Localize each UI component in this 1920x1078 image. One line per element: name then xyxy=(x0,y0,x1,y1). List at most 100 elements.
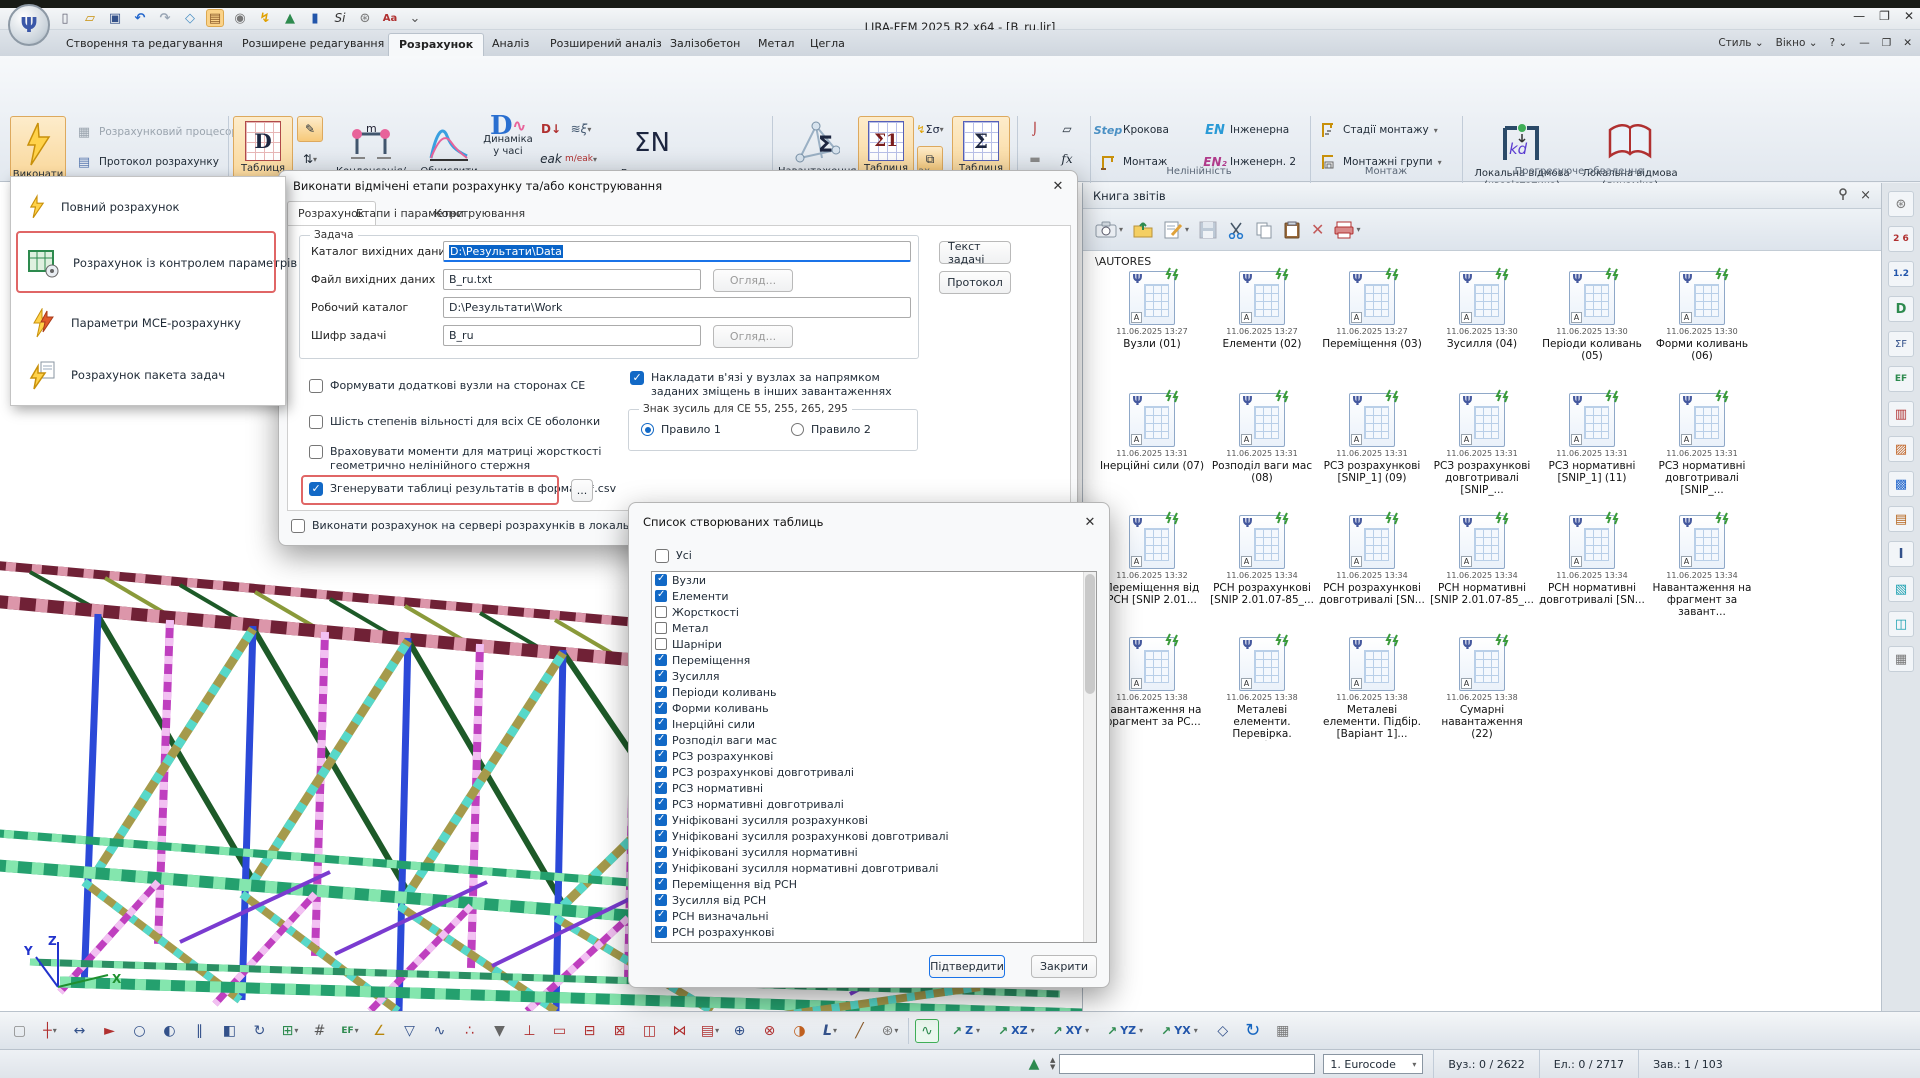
tables-dialog-close-icon[interactable]: ✕ xyxy=(1081,513,1099,531)
settings-gear-icon[interactable]: ⊛▾ xyxy=(878,1019,902,1043)
item-checkbox[interactable] xyxy=(655,654,667,666)
sigma-f-icon[interactable]: ΣF xyxy=(1888,331,1914,357)
report-file-item[interactable]: Ψ A 11.06.2025 13:30 Зусилля (04) xyxy=(1427,269,1537,391)
checkbox[interactable] xyxy=(309,415,323,429)
item-checkbox[interactable] xyxy=(655,798,667,810)
redo-icon[interactable]: ↷ xyxy=(156,9,174,27)
new-document-icon[interactable]: ▯ xyxy=(56,9,74,27)
lira-logo-icon[interactable]: Ψ xyxy=(8,4,50,46)
table-list-item[interactable]: Елементи xyxy=(652,588,1096,604)
table-list-item[interactable]: РСН визначальні xyxy=(652,908,1096,924)
report-file-item[interactable]: Ψ A 11.06.2025 13:31 РСЗ розрахункові до… xyxy=(1427,391,1537,513)
tab-create-edit[interactable]: Створення та редагування xyxy=(56,33,233,56)
table-list-item[interactable]: РСЗ розрахункові довготривалі xyxy=(652,764,1096,780)
item-checkbox[interactable] xyxy=(655,574,667,586)
projection-view-button[interactable]: ↗XZ▾ xyxy=(991,1018,1042,1044)
report-file-item[interactable]: Ψ A 11.06.2025 13:31 РСЗ нормативні [SNI… xyxy=(1537,391,1647,513)
protocol-button[interactable]: Протокол xyxy=(939,271,1011,294)
report-file-item[interactable]: Ψ A 11.06.2025 13:38 Сумарні навантаженн… xyxy=(1427,635,1537,757)
steel-beam-icon[interactable]: I xyxy=(1888,541,1914,567)
item-checkbox[interactable] xyxy=(655,814,667,826)
grid-icon[interactable]: # xyxy=(308,1019,332,1043)
item-checkbox[interactable] xyxy=(655,782,667,794)
task-text-button[interactable]: Текст задачі xyxy=(939,241,1011,264)
style-menu[interactable]: Стиль ⌄ xyxy=(1718,37,1763,49)
mdi-restore-button[interactable]: ❐ xyxy=(1882,37,1891,49)
sigma-sigma-icon[interactable]: ↯Σσ▾ xyxy=(917,116,943,142)
item-checkbox[interactable] xyxy=(655,622,667,634)
item-checkbox[interactable] xyxy=(655,702,667,714)
report-snapshot-icon[interactable]: ▾ xyxy=(1095,221,1123,238)
digits-1-2-icon[interactable]: 1.2 xyxy=(1888,261,1914,287)
list-scrollbar[interactable] xyxy=(1083,572,1096,942)
menu-item-batch-calculation[interactable]: Розрахунок пакета задач xyxy=(15,353,281,397)
item-checkbox[interactable] xyxy=(655,766,667,778)
dimension-icon[interactable]: ↔ xyxy=(68,1019,92,1043)
table-list-item[interactable]: Переміщення xyxy=(652,652,1096,668)
item-checkbox[interactable] xyxy=(655,638,667,650)
checkbox[interactable] xyxy=(309,445,323,459)
mdi-minimize-button[interactable]: — xyxy=(1859,37,1870,49)
menu-item-full-calculation[interactable]: Повний розрахунок xyxy=(15,189,281,225)
loadcase-spinner[interactable]: ▲▼ xyxy=(1050,1057,1055,1071)
gears-icon[interactable]: ⊛ xyxy=(356,9,374,27)
item-checkbox[interactable] xyxy=(655,734,667,746)
tab-advanced-analysis[interactable]: Розширений аналіз xyxy=(540,33,672,56)
table-list-item[interactable]: Вузли xyxy=(652,572,1096,588)
save-icon[interactable]: ▣ xyxy=(106,9,124,27)
six-dof-checkbox[interactable]: Шість степенів вільності для всіх СЕ обо… xyxy=(309,415,600,429)
moments-checkbox[interactable]: Враховувати моменти для матриці жорсткос… xyxy=(309,445,601,473)
table-list-item[interactable]: РСЗ розрахункові xyxy=(652,748,1096,764)
ef-icon[interactable]: EF xyxy=(1888,366,1914,392)
workdir-input[interactable]: D:\Результати\Work xyxy=(443,297,911,318)
all-tables-checkbox[interactable]: Усі xyxy=(655,549,692,563)
paste-icon[interactable] xyxy=(1283,221,1301,239)
add-grid-icon[interactable]: ⊞▾ xyxy=(278,1019,302,1043)
more-chevron-icon[interactable]: ⌄ xyxy=(406,9,424,27)
catalog-input[interactable]: D:\Результати\Data xyxy=(443,241,911,262)
mosaic-icon[interactable]: ▨ xyxy=(1888,436,1914,462)
polyfilter-active-icon[interactable]: ∿ xyxy=(915,1019,939,1043)
ribbon-item-en[interactable]: EN Інженерна xyxy=(1205,120,1289,140)
table-list-item[interactable]: Форми коливань xyxy=(652,700,1096,716)
tab-reinforced-concrete[interactable]: Залізобетон xyxy=(660,33,750,56)
epure-icon[interactable]: ▥ xyxy=(1888,401,1914,427)
item-checkbox[interactable] xyxy=(655,670,667,682)
server-calculation-checkbox[interactable]: Виконати розрахунок на сервері розрахунк… xyxy=(291,519,670,533)
report-file-item[interactable]: Ψ A 11.06.2025 13:34 РСН розрахункові до… xyxy=(1317,513,1427,635)
edit-report-icon[interactable]: ▾ xyxy=(1163,221,1189,239)
draw-l-icon[interactable]: L▾ xyxy=(818,1019,842,1043)
table-mode-icon[interactable]: ▦ xyxy=(1271,1019,1295,1043)
panel-close-icon[interactable]: × xyxy=(1860,188,1871,203)
pencil-icon[interactable]: ╱ xyxy=(848,1019,872,1043)
radio-checked[interactable] xyxy=(641,423,654,436)
tab-advanced-edit[interactable]: Розширене редагування xyxy=(232,33,394,56)
extra-nodes-checkbox[interactable]: Формувати додаткові вузли на сторонах СЕ xyxy=(309,379,585,393)
item-checkbox[interactable] xyxy=(655,878,667,890)
circle-select-icon[interactable]: ○ xyxy=(128,1019,152,1043)
model-tree-icon[interactable]: ▲ xyxy=(1022,1052,1046,1076)
book-icon[interactable]: ▤ xyxy=(206,9,224,27)
checkbox[interactable] xyxy=(309,379,323,393)
fragment-cut-icon[interactable]: ⊟ xyxy=(578,1019,602,1043)
rule2-radio[interactable]: Правило 2 xyxy=(791,423,871,437)
table-list-item[interactable]: Уніфіковані зусилля нормативні xyxy=(652,844,1096,860)
help-menu[interactable]: ? ⌄ xyxy=(1830,37,1848,49)
loadcase-combo[interactable] xyxy=(1059,1054,1315,1074)
radio[interactable] xyxy=(791,423,804,436)
tables-checkbox-list[interactable]: Вузли Елементи Жорсткості Метал xyxy=(651,571,1097,943)
tab-analysis[interactable]: Аналіз xyxy=(482,33,539,56)
report-grid-icon[interactable]: ▦ xyxy=(1888,646,1914,672)
report-file-item[interactable]: Ψ A 11.06.2025 13:31 Інерційні сили (07) xyxy=(1097,391,1207,513)
run-dialog-close-icon[interactable]: ✕ xyxy=(1049,177,1067,195)
undo-icon[interactable]: ↶ xyxy=(131,9,149,27)
table-list-item[interactable]: Зусилля від РСН xyxy=(652,892,1096,908)
open-model-icon[interactable]: ▱ xyxy=(81,9,99,27)
si-units-icon[interactable]: Si xyxy=(331,9,349,27)
invert-selection-icon[interactable]: ◐ xyxy=(158,1019,182,1043)
table-list-item[interactable]: Метал xyxy=(652,620,1096,636)
cube-icon[interactable]: ▧ xyxy=(1888,576,1914,602)
report-file-item[interactable]: Ψ A 11.06.2025 13:30 Періоди коливань (0… xyxy=(1537,269,1647,391)
menu-item-calculation-control[interactable]: Розрахунок із контролем параметрів xyxy=(15,237,281,289)
join-icon[interactable]: ⋈ xyxy=(668,1019,692,1043)
